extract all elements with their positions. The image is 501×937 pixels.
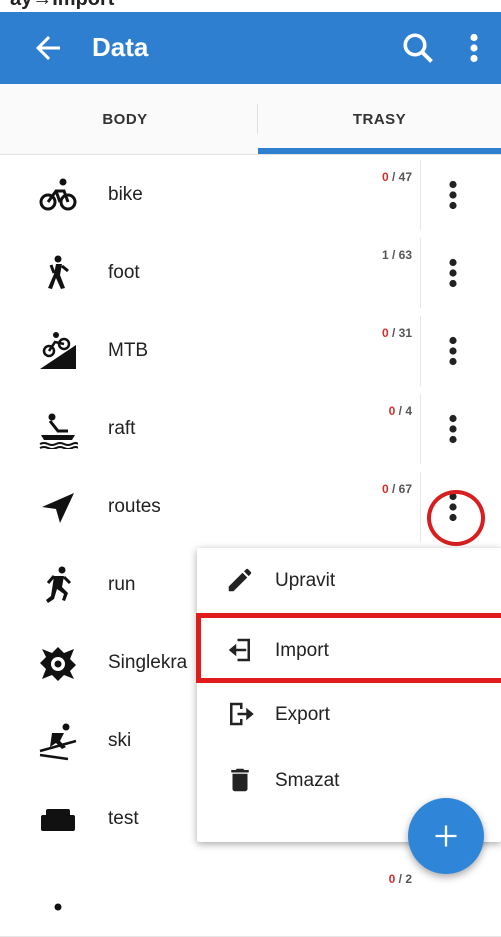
row-divider [420,160,421,230]
runner-icon [46,566,72,603]
mountain-bike-icon [40,332,76,369]
more-vert-icon[interactable] [444,411,462,447]
menu-item-label: Upravit [275,570,336,591]
skier-icon [39,723,77,761]
row-divider [420,472,421,542]
row-divider [420,394,421,464]
folder-name: ski [108,730,132,751]
context-menu: Upravit Import Export Smazat [197,548,501,842]
row-divider [420,316,421,386]
navigation-arrow-icon [42,493,74,523]
row-divider [420,238,421,308]
menu-item-upravit[interactable]: Upravit [197,548,501,614]
folder-name: routes [108,496,161,517]
folder-name: MTB [108,340,149,361]
menu-item-export[interactable]: Export [197,682,501,748]
arrow-left-icon[interactable] [30,30,66,66]
hiker-icon [48,255,69,289]
more-vert-icon[interactable] [444,333,462,369]
folder-name: run [108,574,136,595]
more-vert-icon[interactable] [444,255,462,291]
list-item[interactable]: routes 0 / 67 [0,468,501,547]
menu-item-label: Smazat [275,770,340,791]
track-count: 0 / 2 [388,872,412,886]
tab-indicator [258,148,501,154]
plus-icon [435,825,457,847]
singletrack-icon [40,647,76,681]
menu-item-label: Export [275,704,330,725]
tab-bar: BODY TRASY [0,84,501,155]
track-count: 0 / 67 [381,482,412,496]
track-count: 0 / 4 [388,404,412,418]
folder-name: raft [108,418,136,439]
folder-name: bike [108,184,143,205]
list-item[interactable]: MTB 0 / 31 [0,312,501,391]
folder-name: Singlekra [108,652,188,673]
tab-trasy[interactable]: TRASY [258,84,501,154]
search-icon[interactable] [400,30,436,66]
list-item[interactable]: 0 / 2 [0,858,501,937]
hiker-icon [54,903,62,911]
add-fab-button[interactable] [408,798,484,874]
bicycle-icon [39,178,77,211]
page-title: Data [92,32,149,62]
more-vert-icon[interactable] [444,177,462,213]
folder-name: test [108,808,139,829]
track-count: 1 / 63 [381,248,412,262]
more-vert-icon[interactable] [462,30,486,66]
top-caption-strip: ay→Import [0,0,501,12]
app-bar: Data [0,12,501,84]
list-item[interactable]: foot 1 / 63 [0,234,501,313]
export-icon [230,702,254,726]
folder-name: foot [108,262,140,283]
tab-body[interactable]: BODY [0,84,250,154]
trash-icon [231,768,249,792]
list-item[interactable]: raft 0 / 4 [0,390,501,469]
sofa-icon [41,809,75,831]
top-caption-text: ay→Import [10,0,114,11]
pencil-icon [228,568,252,592]
import-highlight-box [196,613,501,683]
list-item[interactable]: bike 0 / 47 [0,156,501,235]
raft-icon [39,413,78,449]
highlight-circle [427,490,485,546]
track-count: 0 / 47 [381,170,412,184]
track-count: 0 / 31 [381,326,412,340]
